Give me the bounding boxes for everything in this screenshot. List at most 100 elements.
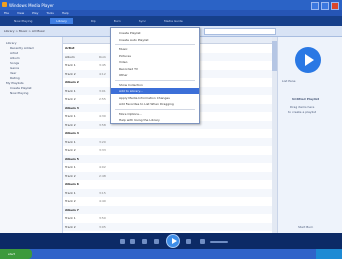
start-burn-button[interactable]: Start Burn: [298, 225, 313, 229]
table-cell: Track 2: [65, 224, 76, 229]
table-cell: 3:20: [99, 139, 106, 144]
taskbar: start: [0, 249, 342, 259]
dropdown-menu-item[interactable]: Add Favorites to List When Dragging: [111, 101, 199, 107]
table-cell: Track 2: [65, 148, 76, 152]
table-cell: 3:58: [99, 122, 106, 127]
table-cell: 4:12: [99, 71, 106, 76]
table-row[interactable]: Track 2 4:40: [63, 197, 277, 205]
dropdown-menu-item[interactable]: Pictures: [111, 53, 199, 59]
minimize-button[interactable]: [311, 2, 319, 10]
table-cell: 3:05: [99, 224, 106, 229]
dropdown-menu-item[interactable]: Add to Library...: [111, 88, 199, 94]
player-controls: [0, 233, 342, 249]
close-button[interactable]: [331, 2, 339, 10]
table-row[interactable]: Track 2 2:48: [63, 171, 277, 180]
menu-separator: [115, 79, 195, 81]
title-bar: Windows Media Player: [0, 0, 342, 10]
tab-sync[interactable]: Sync: [139, 19, 146, 23]
table-cell: Track 1: [65, 190, 76, 195]
mute-icon[interactable]: [200, 239, 205, 244]
start-button[interactable]: start: [0, 249, 32, 259]
table-cell: Album 5: [65, 156, 79, 161]
dropdown-menu-item[interactable]: Help with Using the Library: [111, 117, 199, 123]
dropdown-menu-item[interactable]: Music: [111, 46, 199, 52]
table-cell: 3:45: [99, 63, 106, 67]
volume-slider[interactable]: [210, 241, 228, 243]
dropdown-menu-item[interactable]: More Options...: [111, 111, 199, 117]
table-row[interactable]: Track 1 4:02: [63, 163, 277, 171]
dropdown-menu-item[interactable]: Video: [111, 59, 199, 65]
system-tray: [316, 249, 342, 259]
table-cell: 3:01: [99, 88, 106, 93]
tab-now-playing[interactable]: Now Playing: [14, 19, 32, 23]
drag-hint: Drag items here: [290, 105, 315, 109]
shuffle-icon[interactable]: [120, 239, 125, 244]
window-title: Windows Media Player: [9, 3, 54, 8]
list-pane: List Pane Untitled Playlist Drag items h…: [277, 37, 342, 233]
table-row[interactable]: Track 2 3:33: [63, 146, 277, 154]
table-cell: 3:33: [99, 148, 106, 152]
table-cell: Track 1: [65, 165, 76, 169]
menu-item-label: Pictures: [119, 53, 131, 58]
list-pane-header: List Pane: [282, 79, 296, 83]
dropdown-menu-item[interactable]: Create Auto Playlist: [111, 37, 199, 43]
table-cell: Track 2: [65, 97, 76, 101]
menu-item-label: Recorded TV: [119, 66, 138, 71]
dropdown-menu-item[interactable]: Other: [111, 72, 199, 78]
table-cell: Rock: [99, 54, 107, 59]
play-button[interactable]: [166, 234, 180, 248]
play-icon[interactable]: [295, 47, 321, 73]
tab-library[interactable]: Library: [50, 18, 73, 24]
table-cell: Track 2: [65, 173, 76, 178]
table-row[interactable]: Album 6: [63, 180, 277, 188]
menu-item-label: Apply Media Information Changes: [119, 95, 170, 100]
tab-bar: Now Playing Library Rip Burn Sync Media …: [0, 16, 342, 26]
breadcrumb[interactable]: Library > Music > All Music: [4, 29, 45, 33]
app-icon: [2, 2, 7, 7]
tab-burn[interactable]: Burn: [114, 19, 121, 23]
dropdown-menu-item[interactable]: Apply Media Information Changes: [111, 95, 199, 101]
search-input[interactable]: [204, 28, 276, 35]
menu-item-label: Other: [119, 73, 128, 77]
table-cell: 4:40: [99, 199, 106, 203]
dropdown-menu-item[interactable]: Create Playlist: [111, 30, 199, 36]
menu-item-label: More Options...: [119, 111, 142, 116]
table-row[interactable]: Album 4: [63, 129, 277, 137]
table-cell: Track 1: [65, 139, 76, 144]
table-cell: Track 1: [65, 114, 76, 118]
library-dropdown-menu: Create Playlist Create Auto Playlist Music…: [110, 27, 200, 124]
start-label: start: [8, 252, 15, 256]
menu-item-label: Show Collection: [119, 82, 143, 87]
table-cell: Album 3: [65, 105, 79, 110]
table-cell: Track 2: [65, 122, 76, 127]
table-cell: Album: [65, 54, 75, 59]
table-row[interactable]: Album 7: [63, 205, 277, 214]
table-cell: Album 2: [65, 80, 79, 84]
sidebar-item[interactable]: Now Playing: [6, 91, 34, 96]
next-icon[interactable]: [186, 239, 191, 244]
dropdown-menu-item[interactable]: Show Collection: [111, 82, 199, 88]
table-row[interactable]: Track 1 3:20: [63, 137, 277, 146]
library-sidebar: Library Recently Added Artist Album Songs Gen…: [0, 37, 63, 233]
previous-icon[interactable]: [154, 239, 159, 244]
table-row[interactable]: Track 1 3:15: [63, 188, 277, 197]
menu-separator: [115, 108, 195, 110]
tab-rip[interactable]: Rip: [91, 19, 96, 23]
maximize-button[interactable]: [321, 2, 329, 10]
table-cell: Track 1: [65, 88, 76, 93]
dropdown-menu-item[interactable]: Recorded TV: [111, 66, 199, 72]
menu-item-label: Create Auto Playlist: [119, 37, 149, 42]
table-row[interactable]: Album 5: [63, 154, 277, 163]
table-cell: 2:48: [99, 173, 106, 178]
table-cell: 3:50: [99, 216, 106, 220]
tab-media-guide[interactable]: Media Guide: [164, 19, 183, 23]
table-cell: Track 2: [65, 199, 76, 203]
stop-icon[interactable]: [142, 239, 147, 244]
table-cell: Album 7: [65, 207, 79, 212]
table-cell: Artist: [65, 46, 75, 50]
menu-separator: [115, 44, 195, 45]
table-row[interactable]: Track 2 3:05: [63, 222, 277, 231]
table-cell: 4:02: [99, 165, 106, 169]
repeat-icon[interactable]: [130, 239, 135, 244]
table-row[interactable]: Track 1 3:50: [63, 214, 277, 222]
